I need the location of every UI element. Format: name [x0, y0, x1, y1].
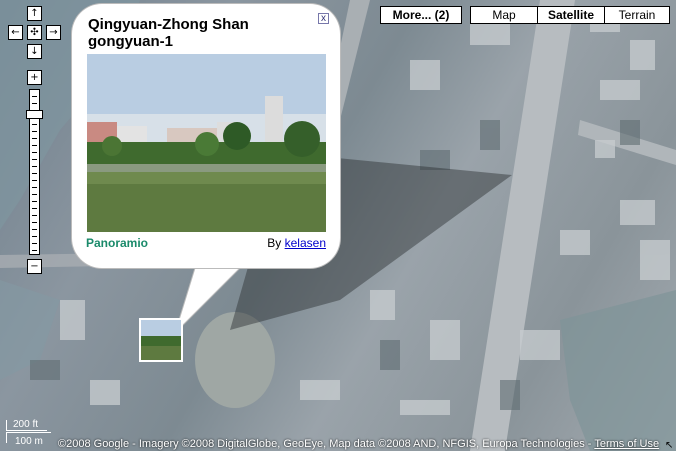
- scale-metric-label: 100 m: [15, 436, 43, 447]
- author-link[interactable]: kelasen: [285, 236, 326, 250]
- panoramio-logo[interactable]: Panoramio: [86, 236, 148, 250]
- pan-up-button[interactable]: ↑: [27, 6, 42, 21]
- map-type-satellite-button[interactable]: Satellite: [537, 6, 605, 24]
- info-window: Qingyuan-Zhong Shan gongyuan-1 x Panoram…: [72, 4, 340, 268]
- zoom-slider-handle[interactable]: [26, 110, 43, 119]
- panoramio-photo[interactable]: [87, 54, 326, 232]
- attribution: ©2008 Google - Imagery ©2008 DigitalGlob…: [58, 438, 659, 450]
- pan-down-button[interactable]: ↓: [27, 44, 42, 59]
- satellite-map[interactable]: ↑ ← ✣ → ↓ + − More... (2) Map Satellite …: [0, 0, 676, 451]
- credit-by-label: By: [267, 236, 282, 250]
- zoom-in-button[interactable]: +: [27, 70, 42, 85]
- zoom-out-button[interactable]: −: [27, 259, 42, 274]
- photo-credit: By kelasen: [267, 236, 326, 250]
- attribution-text: ©2008 Google - Imagery ©2008 DigitalGlob…: [58, 438, 592, 450]
- map-type-map-button[interactable]: Map: [470, 6, 538, 24]
- terms-of-use-link[interactable]: Terms of Use: [594, 438, 659, 450]
- photo-image: [87, 54, 326, 232]
- info-window-title: Qingyuan-Zhong Shan gongyuan-1: [88, 16, 249, 50]
- more-layers-button[interactable]: More... (2): [380, 6, 462, 24]
- pan-center-button[interactable]: ✣: [27, 25, 42, 40]
- pan-left-button[interactable]: ←: [8, 25, 23, 40]
- photo-marker-thumbnail: [141, 320, 181, 360]
- map-type-terrain-button[interactable]: Terrain: [604, 6, 670, 24]
- scale-imperial-bar: 200 ft: [6, 419, 47, 431]
- scale-imperial-label: 200 ft: [13, 419, 39, 430]
- resize-corner-icon[interactable]: ↖: [665, 440, 675, 451]
- close-icon[interactable]: x: [318, 13, 329, 24]
- pan-right-button[interactable]: →: [46, 25, 61, 40]
- scale-metric-bar: 100 m: [6, 432, 51, 447]
- photo-marker[interactable]: [139, 318, 183, 362]
